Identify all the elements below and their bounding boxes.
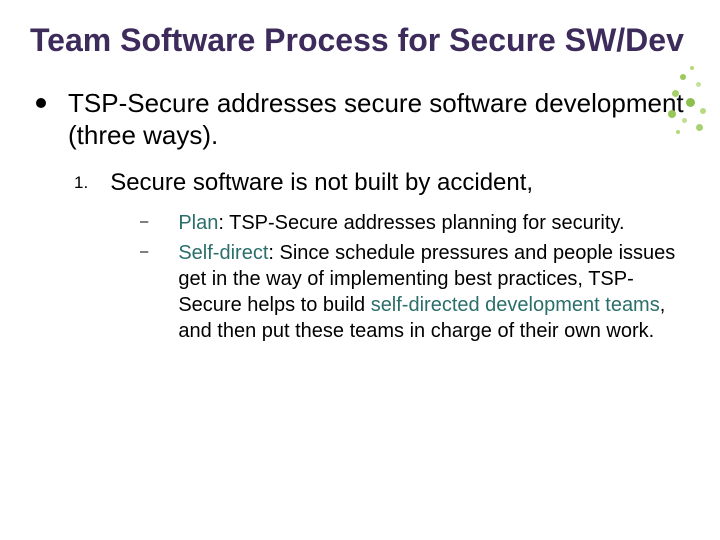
slide-title: Team Software Process for Secure SW/Dev bbox=[30, 22, 684, 59]
disc-bullet-icon bbox=[36, 98, 46, 108]
lvl1-text: TSP-Secure addresses secure software dev… bbox=[68, 87, 684, 152]
plan-line: Plan: TSP-Secure addresses planning for … bbox=[178, 210, 624, 236]
dash-bullet-icon: – bbox=[140, 213, 148, 230]
plan-keyword: Plan bbox=[178, 212, 218, 234]
numbered-level-2: 1. Secure software is not built by accid… bbox=[74, 168, 684, 198]
lvl2-text: Secure software is not built by accident… bbox=[110, 168, 533, 198]
dash-level-3-selfdirect: – Self-direct: Since schedule pressures … bbox=[140, 240, 684, 344]
dash-level-3-plan: – Plan: TSP-Secure addresses planning fo… bbox=[140, 210, 684, 236]
selfdirect-keyword: Self-direct bbox=[178, 242, 268, 264]
selfdirect-line: Self-direct: Since schedule pressures an… bbox=[178, 240, 684, 344]
plan-rest: : TSP-Secure addresses planning for secu… bbox=[218, 212, 624, 234]
selfdirect-em: self-directed development teams bbox=[371, 294, 660, 316]
bullet-level-1: TSP-Secure addresses secure software dev… bbox=[30, 87, 684, 152]
slide: Team Software Process for Secure SW/Dev … bbox=[0, 0, 720, 540]
lvl2-number: 1. bbox=[74, 173, 88, 193]
dash-bullet-icon: – bbox=[140, 243, 148, 260]
